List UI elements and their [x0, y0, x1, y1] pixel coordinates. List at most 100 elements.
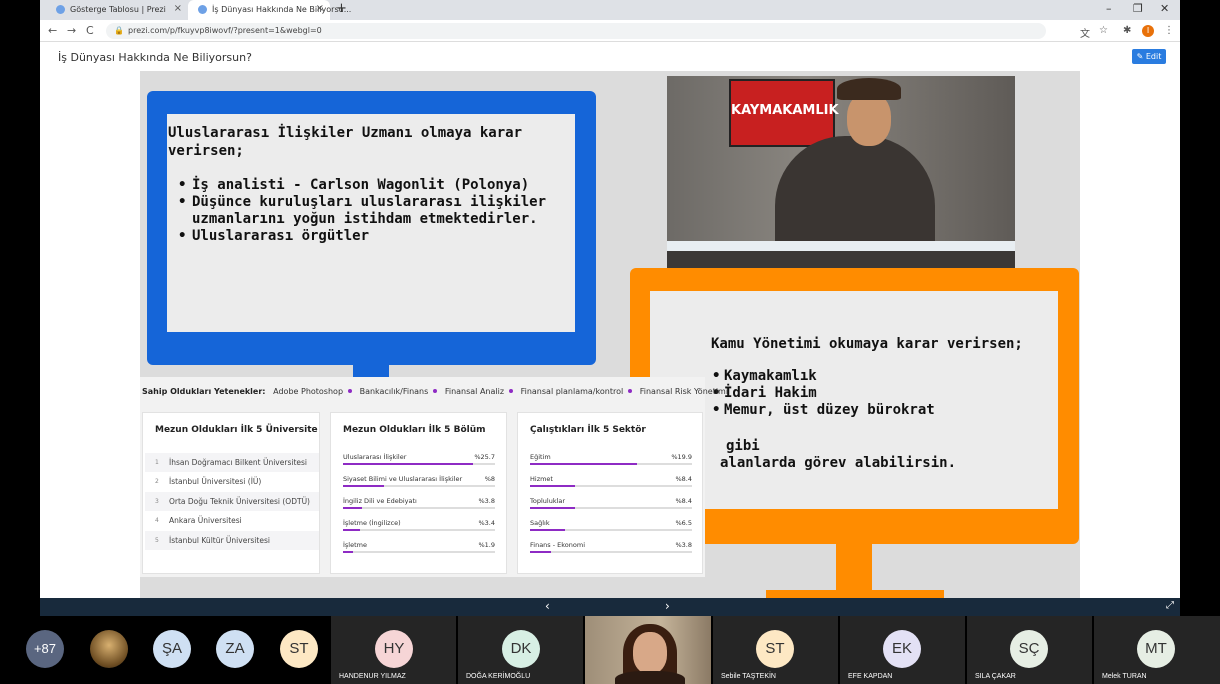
list-item: 4 Ankara Üniversitesi [145, 511, 319, 530]
tab-dashboard[interactable]: Gösterge Tablosu | Prezi × [46, 0, 188, 20]
graduates-panel: Sahip Oldukları Yetenekler: Adobe Photos… [140, 377, 728, 577]
stat-label: Eğitim [530, 453, 551, 461]
restore-button[interactable]: ❐ [1133, 2, 1143, 15]
orange-gibi: gibi [726, 438, 760, 454]
prezi-header: İş Dünyası Hakkında Ne Biliyorsun? ✎ Edi… [40, 43, 1180, 71]
separator-dot [509, 389, 514, 393]
skill-item: Finansal Analiz [444, 387, 505, 396]
edit-button[interactable]: ✎ Edit [1132, 49, 1166, 64]
previous-slide-button[interactable]: ‹ [545, 599, 550, 613]
skills-label: Sahip Oldukları Yetenekler: [142, 387, 266, 396]
profile-avatar[interactable]: I [1142, 25, 1154, 37]
stat-fill [343, 551, 353, 553]
blue-list: İş analisti - Carlson Wagonlit (Polonya)… [178, 177, 578, 245]
participant-tile[interactable]: EK EFE KAPDAN [840, 616, 965, 684]
skill-item: Bankacılık/Finans [359, 387, 429, 396]
stat-label: Siyaset Bilimi ve Uluslararası İlişkiler [343, 475, 463, 483]
rank: 3 [155, 498, 159, 505]
participant-avatar[interactable]: ŞA [153, 630, 191, 668]
kaymakamlik-photo: KAYMAKAMLIK [667, 76, 1015, 270]
presentation-title: İş Dünyası Hakkında Ne Biliyorsun? [58, 51, 252, 64]
stat-fill [343, 463, 474, 465]
participant-avatar: DK [502, 630, 540, 668]
tab-presentation[interactable]: İş Dünyası Hakkında Ne Biliyorsu... × [188, 0, 351, 20]
participant-name: HANDENUR YILMAZ [339, 673, 406, 680]
card-title: Mezun Oldukları İlk 5 Üniversite [155, 425, 318, 435]
active-speaker-video[interactable] [585, 616, 711, 684]
stat-row: Sağlık %6.5 [530, 519, 692, 539]
university-name: İstanbul Üniversitesi (İÜ) [169, 477, 262, 486]
list-item: İş analisti - Carlson Wagonlit (Polonya) [178, 177, 578, 194]
participant-avatar: MT [1137, 630, 1175, 668]
participant-tile[interactable]: DK DOĞA KERİMOĞLU [458, 616, 583, 684]
close-window-button[interactable]: ✕ [1160, 2, 1169, 15]
prezi-favicon-icon [56, 5, 65, 14]
url-text: prezi.com/p/fkuyvp8iwovf/?present=1&webg… [128, 26, 322, 35]
stat-fill [530, 507, 576, 509]
list-item: İdari Hakim [712, 385, 1062, 402]
stat-label: İngiliz Dili ve Edebiyatı [343, 497, 417, 505]
participant-avatar[interactable]: ST [280, 630, 318, 668]
orange-tail: alanlarda görev alabilirsin. [720, 455, 957, 471]
participant-tile[interactable]: HY HANDENUR YILMAZ [331, 616, 456, 684]
stat-track [530, 507, 692, 509]
list-item: Düşünce kuruluşları uluslararası ilişkil… [178, 194, 578, 228]
presentation-nav-bar: ‹ › ⤢ [40, 598, 1180, 616]
participant-tile[interactable]: ST Sebile TAŞTEKİN [713, 616, 838, 684]
forward-button[interactable]: → [67, 24, 76, 37]
translate-icon[interactable]: 文 [1080, 25, 1090, 40]
participants-strip: +87 ŞA ZA ST HY HANDENUR YILMAZ DK DOĞA … [0, 616, 1220, 684]
skill-item: Finansal planlama/kontrol [520, 387, 624, 396]
stat-percent: %8.4 [675, 475, 692, 483]
tab-strip: Gösterge Tablosu | Prezi × İş Dünyası Ha… [40, 0, 1180, 20]
participant-avatar: SÇ [1010, 630, 1048, 668]
prezi-favicon-icon [198, 5, 207, 14]
stat-row: Uluslararası İlişkiler %25.7 [343, 453, 495, 473]
stat-percent: %3.8 [675, 541, 692, 549]
stat-row: Siyaset Bilimi ve Uluslararası İlişkiler… [343, 475, 495, 495]
reload-button[interactable]: C [86, 24, 94, 37]
browser-window: Gösterge Tablosu | Prezi × İş Dünyası Ha… [40, 0, 1180, 616]
stat-label: Finans - Ekonomi [530, 541, 586, 549]
more-participants-button[interactable]: +87 [26, 630, 64, 668]
url-input[interactable]: 🔒 prezi.com/p/fkuyvp8iwovf/?present=1&we… [106, 23, 1046, 39]
participant-avatar: ST [756, 630, 794, 668]
minimize-button[interactable]: – [1106, 2, 1112, 15]
menu-kebab-icon[interactable]: ⋮ [1164, 25, 1174, 36]
participant-avatar[interactable]: ZA [216, 630, 254, 668]
rank: 1 [155, 459, 159, 466]
stat-fill [530, 485, 576, 487]
close-tab-icon[interactable]: × [316, 3, 324, 14]
stat-track [343, 551, 495, 553]
stat-label: Sağlık [530, 519, 550, 527]
university-name: İhsan Doğramacı Bilkent Üniversitesi [169, 458, 307, 467]
skill-item: Adobe Photoshop [273, 387, 344, 396]
stat-percent: %6.5 [675, 519, 692, 527]
separator-dot [433, 389, 438, 393]
stat-row: Eğitim %19.9 [530, 453, 692, 473]
participant-name: EFE KAPDAN [848, 673, 893, 680]
stat-percent: %8.4 [675, 497, 692, 505]
close-tab-icon[interactable]: × [174, 3, 182, 14]
list-item: 5 İstanbul Kültür Üniversitesi [145, 531, 319, 550]
edit-label: Edit [1145, 52, 1162, 61]
fullscreen-icon[interactable]: ⤢ [1166, 600, 1174, 611]
stat-fill [343, 529, 361, 531]
participant-photo-avatar[interactable] [90, 630, 128, 668]
list-item: Uluslararası örgütler [178, 228, 578, 245]
stat-label: İşletme [343, 541, 367, 549]
sectors-card: Çalıştıkları İlk 5 Sektör Eğitim %19.9 Hi… [517, 412, 703, 574]
list-item: Kaymakamlık [712, 368, 1062, 385]
presentation-stage: Uluslararası İlişkiler Uzmanı olmaya kar… [40, 71, 1180, 598]
tab-title: Gösterge Tablosu | Prezi [70, 5, 166, 14]
bookmark-star-icon[interactable]: ☆ [1099, 25, 1108, 36]
participant-tile[interactable]: MT Melek TURAN [1094, 616, 1220, 684]
new-tab-button[interactable]: + [336, 1, 347, 16]
stat-row: İşletme (İngilizce) %3.4 [343, 519, 495, 539]
next-slide-button[interactable]: › [665, 599, 670, 613]
extensions-icon[interactable]: ✱ [1123, 25, 1131, 36]
photo-man-hat [837, 78, 901, 100]
back-button[interactable]: ← [48, 24, 57, 37]
tab-title: İş Dünyası Hakkında Ne Biliyorsu... [212, 5, 352, 14]
participant-tile[interactable]: SÇ SILA ÇAKAR [967, 616, 1092, 684]
